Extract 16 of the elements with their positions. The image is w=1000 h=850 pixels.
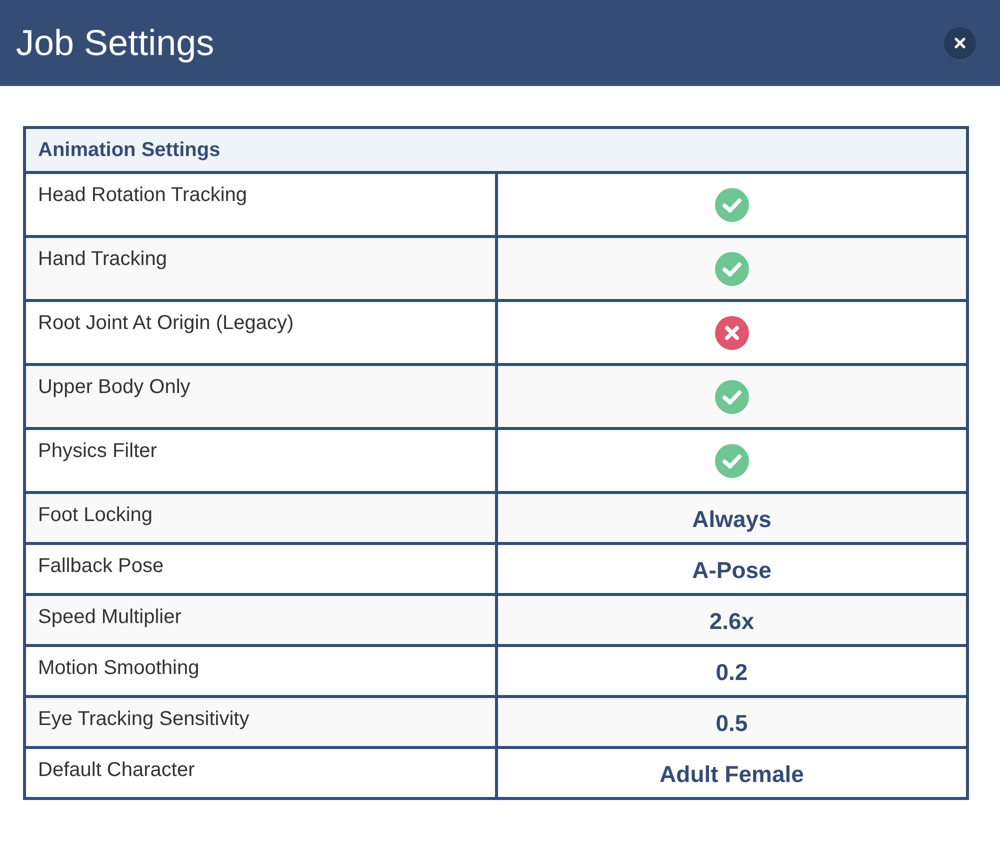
setting-value: 0.5 — [716, 710, 748, 736]
close-icon — [954, 37, 966, 49]
setting-value: A-Pose — [692, 556, 772, 584]
setting-label: Default Character — [24, 748, 496, 798]
setting-value: Always — [692, 506, 772, 532]
setting-label: Upper Body Only — [24, 364, 496, 428]
setting-label: Hand Tracking — [24, 236, 496, 300]
setting-value: Adult Female — [660, 760, 804, 788]
close-button[interactable] — [944, 27, 976, 59]
setting-value: 2.6x — [709, 608, 754, 634]
setting-label: Foot Locking — [24, 492, 496, 544]
setting-value: 0.2 — [716, 658, 748, 686]
setting-label: Speed Multiplier — [24, 594, 496, 646]
window-title: Job Settings — [16, 22, 214, 64]
setting-label: Eye Tracking Sensitivity — [24, 696, 496, 748]
section-title: Animation Settings — [24, 128, 968, 172]
